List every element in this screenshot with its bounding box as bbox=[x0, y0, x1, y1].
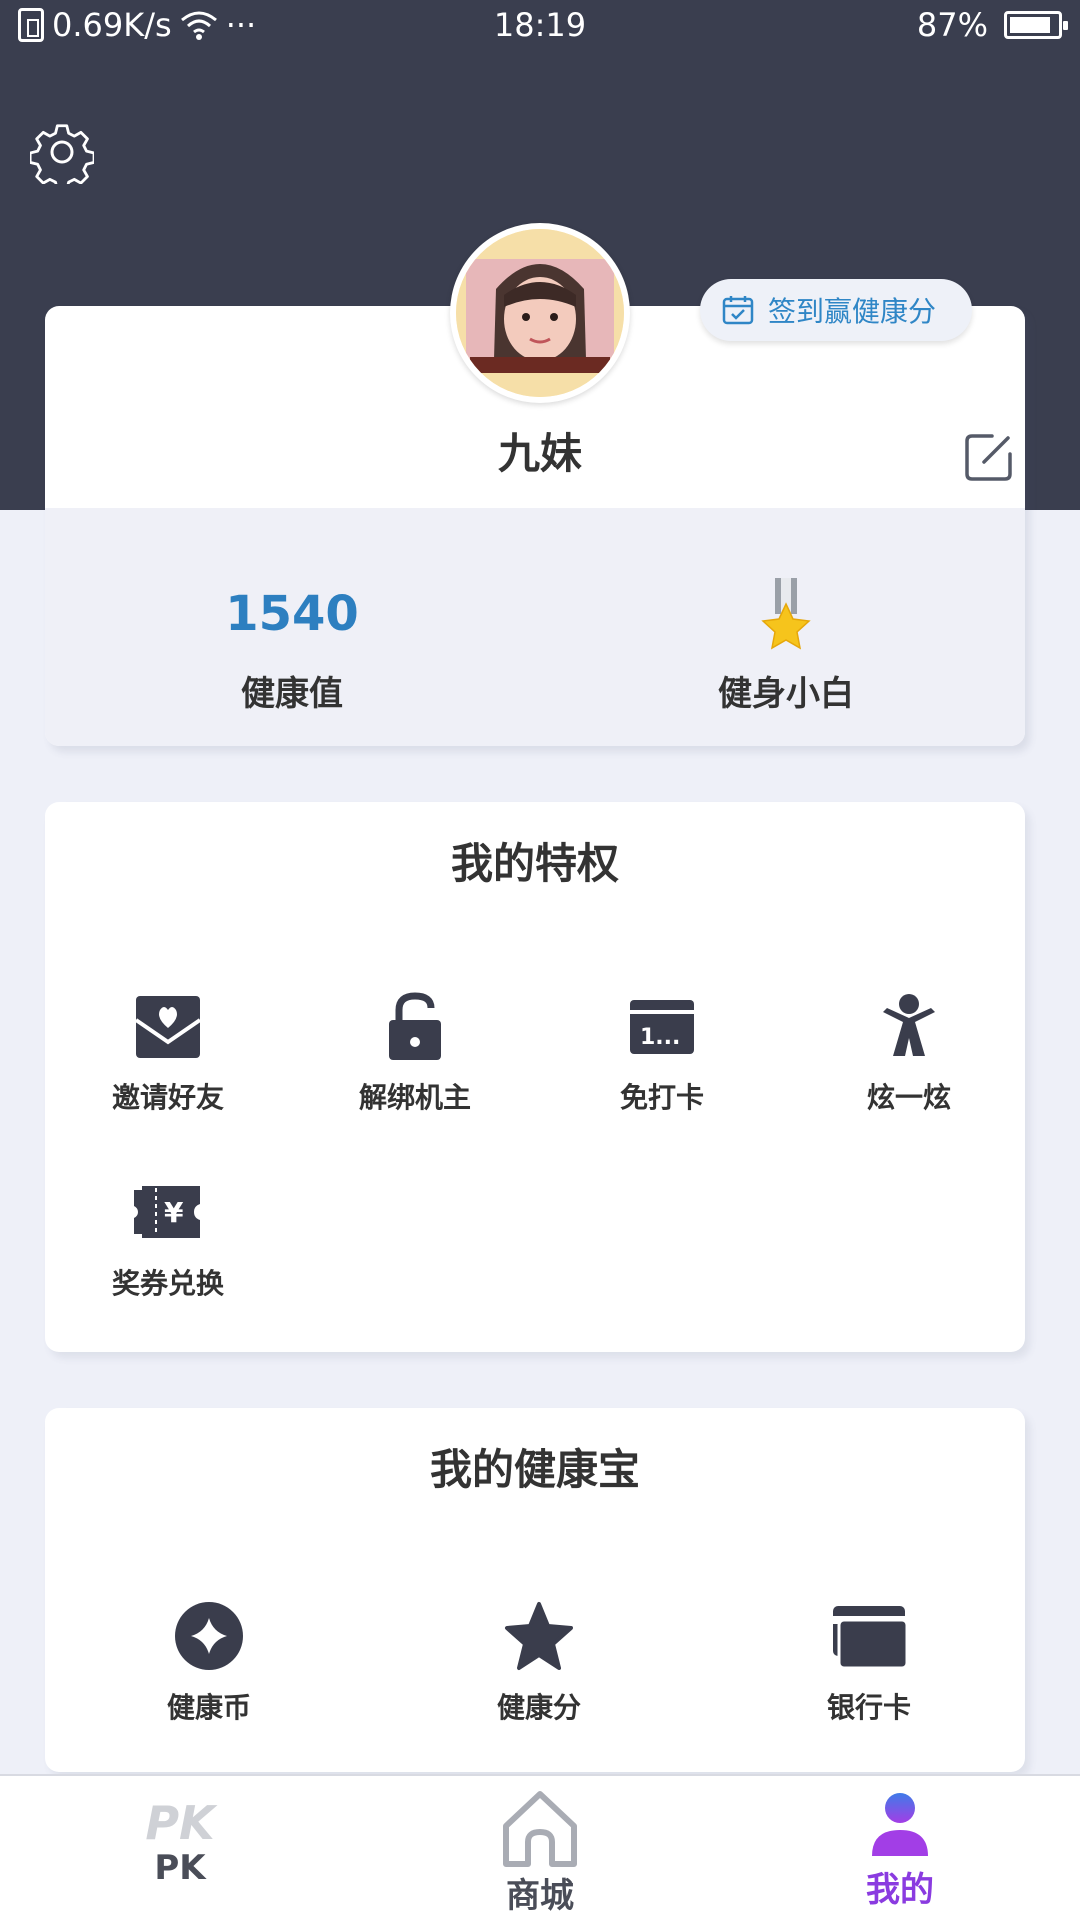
invite-friends-item[interactable]: 邀请好友 bbox=[68, 990, 268, 1140]
user-icon bbox=[872, 1793, 928, 1856]
no-checkin-label: 免打卡 bbox=[619, 1081, 704, 1114]
checkin-label: 签到赢健康分 bbox=[768, 295, 937, 328]
show-off-item[interactable]: 炫一炫 bbox=[809, 990, 1009, 1140]
card-icon: 1... bbox=[630, 1000, 694, 1054]
battery-icon bbox=[1004, 11, 1068, 39]
person-icon bbox=[883, 994, 935, 1056]
health-value: 1540 bbox=[225, 586, 359, 642]
status-right: 87% bbox=[916, 6, 1068, 44]
unbind-owner-label: 解绑机主 bbox=[358, 1081, 471, 1114]
ticket-text: ¥ bbox=[164, 1196, 184, 1229]
status-bar: 0.69K/s ··· 18:19 87% bbox=[0, 0, 1080, 54]
voucher-exchange-item[interactable]: ¥ 奖券兑换 bbox=[68, 1176, 268, 1326]
unbind-owner-item[interactable]: 解绑机主 bbox=[315, 990, 515, 1140]
no-checkin-item[interactable]: 1... 免打卡 bbox=[562, 990, 762, 1140]
bank-card-icon bbox=[833, 1606, 909, 1670]
privileges-title: 我的特权 bbox=[450, 839, 619, 888]
envelope-heart-icon bbox=[134, 996, 202, 1058]
health-coin-item[interactable]: 健康币 bbox=[109, 1600, 309, 1750]
card-text: 1... bbox=[640, 1025, 680, 1050]
health-treasure-card: 我的健康宝 健康币 健康分 银行卡 bbox=[45, 1408, 1025, 1772]
voucher-exchange-label: 奖券兑换 bbox=[111, 1267, 224, 1300]
nav-label-mine: 我的 bbox=[866, 1870, 934, 1910]
battery-fill bbox=[1010, 17, 1050, 33]
health-value-label: 健康值 bbox=[241, 674, 343, 714]
bottom-nav: PK PK 商城 我的 bbox=[0, 1774, 1080, 1920]
nav-item-mall[interactable]: 商城 bbox=[420, 1776, 660, 1920]
avatar-photo bbox=[456, 229, 624, 397]
avatar-image bbox=[456, 229, 624, 397]
bank-card-label: 银行卡 bbox=[826, 1691, 911, 1724]
gear-icon[interactable] bbox=[30, 120, 94, 184]
health-coin-label: 健康币 bbox=[166, 1691, 251, 1724]
pk-icon: PK bbox=[145, 1796, 215, 1850]
checkin-button[interactable]: 签到赢健康分 bbox=[700, 279, 972, 341]
health-points-item[interactable]: 健康分 bbox=[439, 1600, 639, 1750]
username: 九妹 bbox=[497, 429, 582, 478]
coin-icon bbox=[175, 1602, 243, 1670]
level-label: 健身小白 bbox=[718, 674, 854, 714]
ticket-icon: ¥ bbox=[134, 1186, 200, 1238]
nav-label-pk: PK bbox=[154, 1848, 206, 1888]
medal-icon bbox=[761, 578, 811, 650]
health-points-label: 健康分 bbox=[496, 1691, 581, 1724]
star-icon bbox=[505, 1602, 573, 1670]
battery-percent: 87% bbox=[916, 6, 988, 44]
privileges-card: 我的特权 邀请好友 解绑机主 1... 免打卡 炫一炫 ¥ 奖券兑换 bbox=[45, 802, 1025, 1352]
nav-item-mine[interactable]: 我的 bbox=[780, 1776, 1020, 1920]
calendar-icon bbox=[722, 296, 754, 325]
unlock-icon bbox=[389, 992, 441, 1060]
show-off-label: 炫一炫 bbox=[866, 1081, 951, 1114]
home-icon bbox=[503, 1791, 577, 1867]
bank-card-item[interactable]: 银行卡 bbox=[769, 1600, 969, 1750]
invite-friends-label: 邀请好友 bbox=[111, 1081, 224, 1114]
avatar[interactable] bbox=[450, 223, 630, 403]
nav-item-pk[interactable]: PK PK bbox=[60, 1776, 300, 1920]
nav-label-mall: 商城 bbox=[506, 1876, 574, 1916]
edit-icon[interactable] bbox=[962, 430, 1016, 484]
treasure-title: 我的健康宝 bbox=[429, 1445, 640, 1494]
